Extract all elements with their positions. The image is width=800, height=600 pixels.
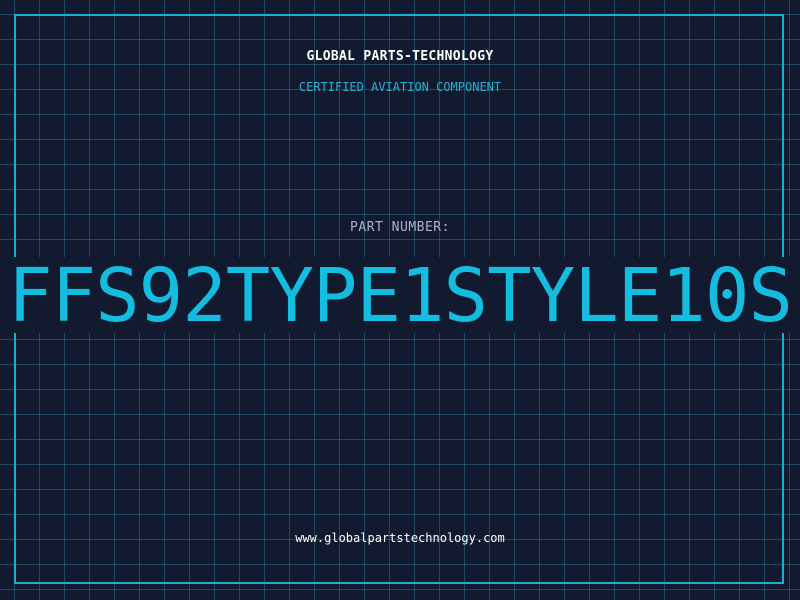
page: GLOBAL PARTS-TECHNOLOGY CERTIFIED AVIATI…: [0, 0, 800, 600]
website-url: www.globalpartstechnology.com: [295, 531, 505, 545]
company-name: GLOBAL PARTS-TECHNOLOGY: [306, 49, 494, 64]
part-number-value: FFS92TYPE1STYLE10S: [8, 253, 793, 339]
part-number-label: PART NUMBER:: [350, 220, 450, 235]
certification-subtitle: CERTIFIED AVIATION COMPONENT: [298, 80, 502, 94]
